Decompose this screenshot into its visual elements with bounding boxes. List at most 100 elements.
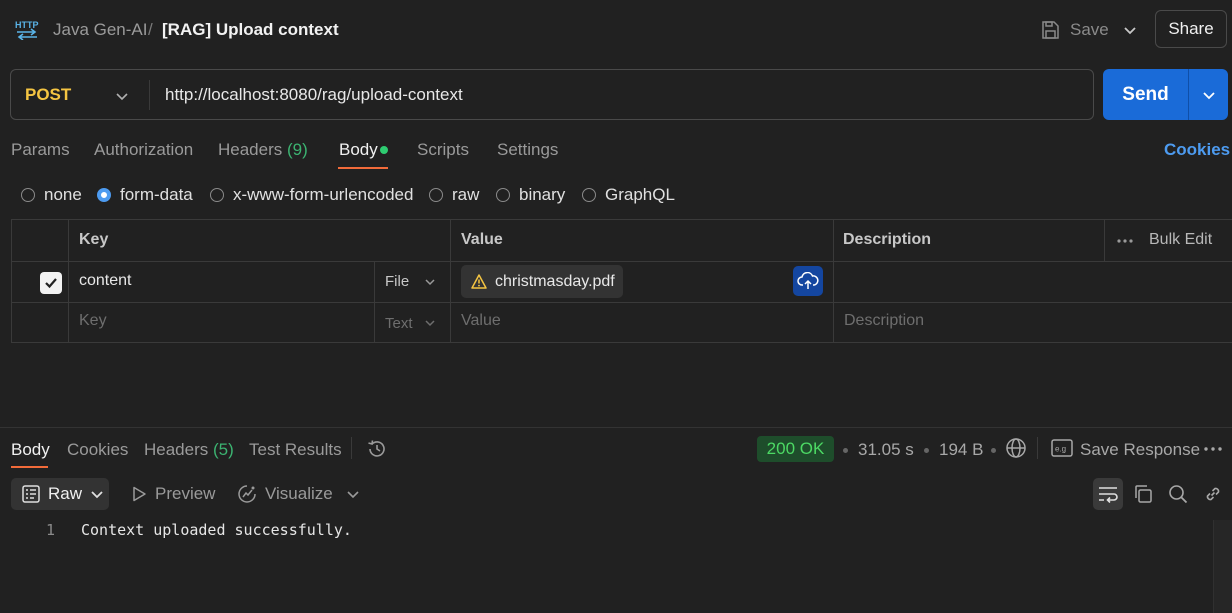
svg-text:e.g: e.g xyxy=(1055,445,1066,454)
meta-dot xyxy=(991,448,996,453)
search-button[interactable] xyxy=(1163,478,1193,510)
new-value-input[interactable]: Value xyxy=(461,312,501,330)
radio-label: binary xyxy=(519,185,566,204)
row-key[interactable]: content xyxy=(79,272,131,290)
checkmark-icon xyxy=(45,278,57,289)
body-modified-dot xyxy=(380,146,388,154)
visualize-button[interactable]: Visualize xyxy=(237,478,333,510)
method-chevron-icon[interactable] xyxy=(114,88,130,104)
new-row-type-select[interactable]: Text xyxy=(385,315,413,332)
response-scrollbar[interactable] xyxy=(1213,520,1232,613)
more-options-icon[interactable] xyxy=(1204,446,1222,452)
status-badge[interactable]: 200 OK xyxy=(757,436,834,462)
link-button[interactable] xyxy=(1198,478,1228,510)
radio-label: GraphQL xyxy=(605,185,675,204)
format-select-raw[interactable]: Raw xyxy=(11,478,109,510)
tab-headers-count: (9) xyxy=(287,140,308,159)
visualize-icon xyxy=(237,484,257,504)
send-options-button[interactable] xyxy=(1188,69,1228,120)
visualize-chevron-icon[interactable] xyxy=(346,487,360,501)
radio-urlencoded[interactable]: x-www-form-urlencoded xyxy=(210,185,413,205)
preview-label: Preview xyxy=(155,484,216,503)
response-tab-test-results[interactable]: Test Results xyxy=(249,440,342,460)
save-button[interactable]: Save xyxy=(1040,14,1109,46)
cloud-upload-icon xyxy=(797,272,819,290)
tab-scripts[interactable]: Scripts xyxy=(417,140,469,160)
response-size[interactable]: 194 B xyxy=(939,440,983,460)
radio-binary[interactable]: binary xyxy=(496,185,565,205)
url-bar: POST xyxy=(10,69,1094,120)
request-title[interactable]: [RAG] Upload context xyxy=(162,19,339,41)
wrap-lines-icon xyxy=(1097,485,1119,503)
file-name: christmasday.pdf xyxy=(495,272,615,290)
col-divider xyxy=(1104,220,1105,261)
col-divider xyxy=(374,261,375,342)
type-chevron-icon[interactable] xyxy=(423,316,437,330)
globe-icon[interactable] xyxy=(1005,437,1027,459)
tab-authorization[interactable]: Authorization xyxy=(94,140,193,160)
history-icon[interactable] xyxy=(366,438,388,460)
response-tab-body[interactable]: Body xyxy=(11,440,50,460)
tab-headers[interactable]: Headers (9) xyxy=(218,140,308,160)
chevron-down-icon xyxy=(1201,87,1217,103)
play-icon xyxy=(131,486,147,502)
response-active-tab-underline xyxy=(11,466,48,468)
response-body-text[interactable]: Context uploaded successfully. xyxy=(81,521,352,539)
save-response-icon: e.g xyxy=(1051,439,1073,457)
raw-format-icon xyxy=(22,485,40,503)
column-header-value: Value xyxy=(461,231,503,248)
method-select[interactable]: POST xyxy=(25,85,71,105)
radio-label: none xyxy=(44,185,82,204)
tab-body[interactable]: Body xyxy=(339,140,378,160)
search-icon xyxy=(1168,484,1188,504)
tab-separator xyxy=(351,437,352,459)
tab-settings[interactable]: Settings xyxy=(497,140,558,160)
bulk-edit-button[interactable]: Bulk Edit xyxy=(1149,231,1212,249)
file-chip[interactable]: christmasday.pdf xyxy=(461,265,623,298)
save-response-button[interactable]: Save Response xyxy=(1080,440,1200,460)
radio-graphql[interactable]: GraphQL xyxy=(582,185,675,205)
cookies-link[interactable]: Cookies xyxy=(1164,140,1230,160)
wrap-lines-button[interactable] xyxy=(1093,478,1123,510)
response-pane-divider[interactable] xyxy=(0,427,1232,428)
copy-button[interactable] xyxy=(1128,478,1158,510)
response-tab-cookies[interactable]: Cookies xyxy=(67,440,128,460)
row-enabled-checkbox[interactable] xyxy=(40,272,62,294)
radio-raw[interactable]: raw xyxy=(429,185,479,205)
form-data-table: Key Value Description Bulk Edit content … xyxy=(11,219,1232,343)
format-label: Raw xyxy=(48,484,83,503)
radio-circle xyxy=(429,188,443,202)
send-button[interactable]: Send xyxy=(1103,69,1188,120)
col-divider xyxy=(833,220,834,342)
radio-form-data[interactable]: form-data xyxy=(97,185,193,205)
save-icon xyxy=(1040,20,1060,40)
radio-circle xyxy=(496,188,510,202)
breadcrumb-workspace[interactable]: Java Gen-AI xyxy=(53,19,148,41)
url-input[interactable] xyxy=(165,70,1065,119)
preview-button[interactable]: Preview xyxy=(131,478,215,510)
table-row-divider xyxy=(12,302,1232,303)
radio-circle xyxy=(210,188,224,202)
visualize-label: Visualize xyxy=(265,484,333,503)
response-tab-headers[interactable]: Headers (5) xyxy=(144,440,234,460)
active-tab-underline xyxy=(338,167,388,169)
radio-none[interactable]: none xyxy=(21,185,82,205)
radio-circle xyxy=(582,188,596,202)
line-number: 1 xyxy=(46,521,56,539)
radio-label: x-www-form-urlencoded xyxy=(233,185,414,204)
radio-circle xyxy=(21,188,35,202)
share-button[interactable]: Share xyxy=(1155,10,1227,48)
upload-file-button[interactable] xyxy=(793,266,823,296)
response-tab-headers-label: Headers xyxy=(144,440,209,459)
more-options-icon[interactable] xyxy=(1117,238,1133,244)
radio-circle-selected xyxy=(97,188,111,202)
save-options-chevron-icon[interactable] xyxy=(1120,20,1140,40)
response-time[interactable]: 31.05 s xyxy=(858,440,914,460)
meta-separator xyxy=(1037,437,1038,459)
tab-params[interactable]: Params xyxy=(11,140,70,160)
new-description-input[interactable]: Description xyxy=(844,312,924,330)
type-chevron-icon[interactable] xyxy=(423,275,437,289)
tab-headers-label: Headers xyxy=(218,140,283,159)
new-key-input[interactable]: Key xyxy=(79,312,107,330)
row-type-select[interactable]: File xyxy=(385,273,409,290)
